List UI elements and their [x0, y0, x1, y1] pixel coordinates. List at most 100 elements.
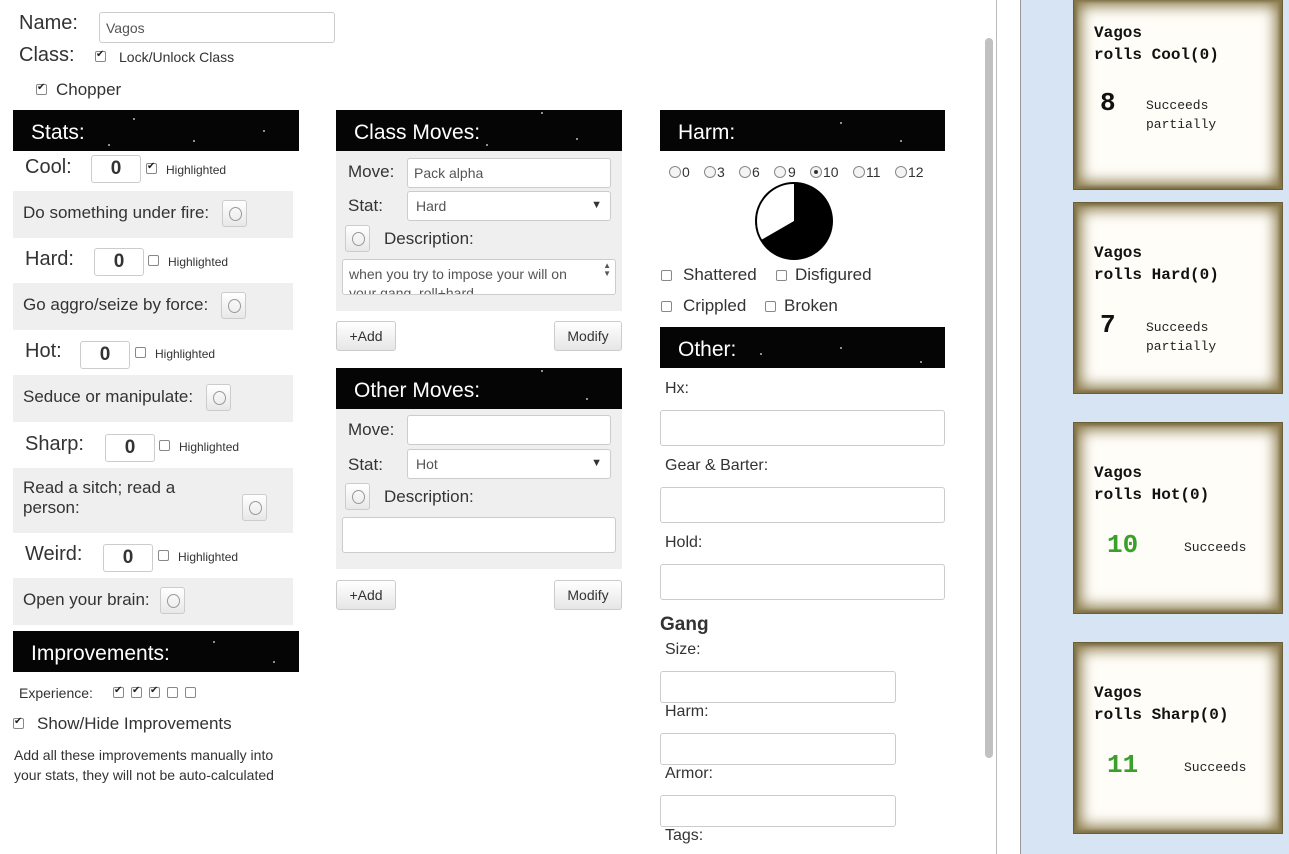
class-chopper-checkbox[interactable]: [36, 82, 47, 95]
lock-class-label: Lock/Unlock Class: [119, 49, 235, 65]
shattered-checkbox[interactable]: [661, 270, 672, 281]
stat-hot-label: Hot:: [25, 340, 62, 362]
class-move-input[interactable]: [407, 158, 611, 188]
name-label: Name:: [19, 12, 78, 34]
harm-radio-11[interactable]: [853, 166, 865, 178]
weird-highlight-label: Highlighted: [178, 550, 239, 564]
harm-radio-10[interactable]: [810, 166, 822, 178]
harm-header: Harm:: [660, 110, 945, 151]
roll-sharp-dice-icon[interactable]: [242, 494, 267, 521]
weird-highlight-checkbox[interactable]: [158, 550, 169, 561]
class-desc-label: Description:: [384, 229, 474, 248]
chevron-down-icon: ▼: [591, 199, 602, 211]
hard-highlight-label: Highlighted: [168, 255, 229, 269]
hx-textarea[interactable]: [660, 410, 945, 446]
experience-box-1[interactable]: [113, 685, 124, 698]
experience-label: Experience:: [19, 685, 93, 701]
stat-cool-value[interactable]: 0: [91, 155, 141, 183]
class-move-label: Move:: [348, 162, 395, 181]
hard-move-label: Go aggro/seize by force:: [23, 295, 209, 314]
other-moves-header-title: Other Moves:: [354, 379, 481, 402]
experience-box-5[interactable]: [185, 687, 196, 698]
other-desc-textarea[interactable]: [342, 517, 616, 553]
harm-clock-icon: [755, 182, 833, 260]
disfigured-checkbox[interactable]: [776, 270, 787, 281]
other-move-input[interactable]: [407, 415, 611, 445]
other-stat-value: Hot: [416, 456, 438, 472]
other-stat-select[interactable]: Hot ▼: [407, 449, 611, 479]
scrollbar[interactable]: [982, 0, 996, 854]
roll-card-hard-result2: partially: [1146, 339, 1217, 354]
stat-weird-label: Weird:: [25, 543, 83, 565]
lock-class-checkbox[interactable]: [95, 49, 106, 62]
roll-card-sharp-action: rolls Sharp(0): [1094, 706, 1229, 724]
cool-highlight-checkbox[interactable]: [146, 161, 157, 174]
harm-header-title: Harm:: [678, 121, 736, 144]
class-moves-panel: Move: Stat: Hard ▼ Description: when you…: [336, 151, 622, 311]
roll-cool-dice-icon[interactable]: [222, 200, 247, 227]
roll-card-sharp-result1: Succeeds: [1184, 760, 1247, 775]
harm-radio-9[interactable]: [774, 166, 786, 178]
spinner-icon: ▲ ▼: [603, 261, 611, 278]
stats-header: Stats:: [13, 110, 299, 151]
show-improvements-checkbox[interactable]: [13, 716, 24, 729]
harm-radio-0[interactable]: [669, 166, 681, 178]
harm-radio-6[interactable]: [739, 166, 751, 178]
gear-label: Gear & Barter:: [665, 457, 769, 474]
harm-radio-12[interactable]: [895, 166, 907, 178]
experience-box-3[interactable]: [149, 685, 160, 698]
weird-move-row: Open your brain:: [13, 578, 293, 625]
name-input[interactable]: [99, 12, 335, 43]
class-stat-select[interactable]: Hard ▼: [407, 191, 611, 221]
roll-weird-dice-icon[interactable]: [160, 587, 185, 614]
sharp-highlight-label: Highlighted: [179, 440, 240, 454]
scrollbar-thumb[interactable]: [985, 38, 993, 758]
roll-hot-dice-icon[interactable]: [206, 384, 231, 411]
roll-card-hot-who: Vagos: [1094, 464, 1143, 482]
stat-sharp-label: Sharp:: [25, 433, 84, 455]
other-header-title: Other:: [678, 338, 737, 361]
hot-highlight-checkbox[interactable]: [135, 347, 146, 358]
improvements-note-line2: your stats, they will not be auto-calcul…: [14, 767, 274, 783]
stat-hot-value[interactable]: 0: [80, 341, 130, 369]
harm-option-9: 9: [788, 164, 796, 180]
class-desc-textarea[interactable]: when you try to impose your will on your…: [342, 259, 616, 295]
harm-option-11: 11: [866, 164, 881, 180]
gang-armor-input[interactable]: [660, 795, 896, 827]
hold-textarea[interactable]: [660, 564, 945, 600]
roll-other-move-dice-icon[interactable]: [345, 483, 370, 510]
roll-hard-dice-icon[interactable]: [221, 292, 246, 319]
stat-weird-value[interactable]: 0: [103, 544, 153, 572]
sharp-move-label-line1: Read a sitch; read a: [23, 478, 176, 497]
disfigured-label: Disfigured: [795, 265, 872, 284]
other-stat-label: Stat:: [348, 455, 383, 474]
roll-class-move-dice-icon[interactable]: [345, 225, 370, 252]
hard-highlight-checkbox[interactable]: [148, 255, 159, 266]
experience-box-4[interactable]: [167, 687, 178, 698]
sharp-move-label-line2: person:: [23, 498, 80, 517]
gang-harm-input[interactable]: [660, 733, 896, 765]
class-move-modify-button[interactable]: Modify: [554, 321, 622, 351]
harm-option-0: 0: [682, 164, 690, 180]
roll-card-hard-who: Vagos: [1094, 244, 1143, 262]
stat-sharp-value[interactable]: 0: [105, 434, 155, 462]
experience-box-2[interactable]: [131, 685, 142, 698]
other-move-modify-button[interactable]: Modify: [554, 580, 622, 610]
roll-card-hot: Vagos rolls Hot(0) 10 Succeeds: [1073, 422, 1283, 614]
roll-card-sharp-total: 11: [1107, 750, 1139, 780]
hot-highlight-label: Highlighted: [155, 347, 216, 361]
gang-title: Gang: [660, 614, 709, 635]
crippled-label: Crippled: [683, 296, 747, 315]
roll-card-hot-total: 10: [1107, 530, 1139, 560]
crippled-checkbox[interactable]: [661, 301, 672, 312]
class-move-add-button[interactable]: +Add: [336, 321, 396, 351]
other-move-add-button[interactable]: +Add: [336, 580, 396, 610]
stat-hard-value[interactable]: 0: [94, 248, 144, 276]
roll-card-hot-result1: Succeeds: [1184, 540, 1247, 555]
harm-radio-3[interactable]: [704, 166, 716, 178]
sharp-highlight-checkbox[interactable]: [159, 440, 170, 451]
divider: [996, 0, 997, 854]
broken-checkbox[interactable]: [765, 301, 776, 312]
gear-textarea[interactable]: [660, 487, 945, 523]
gang-size-input[interactable]: [660, 671, 896, 703]
